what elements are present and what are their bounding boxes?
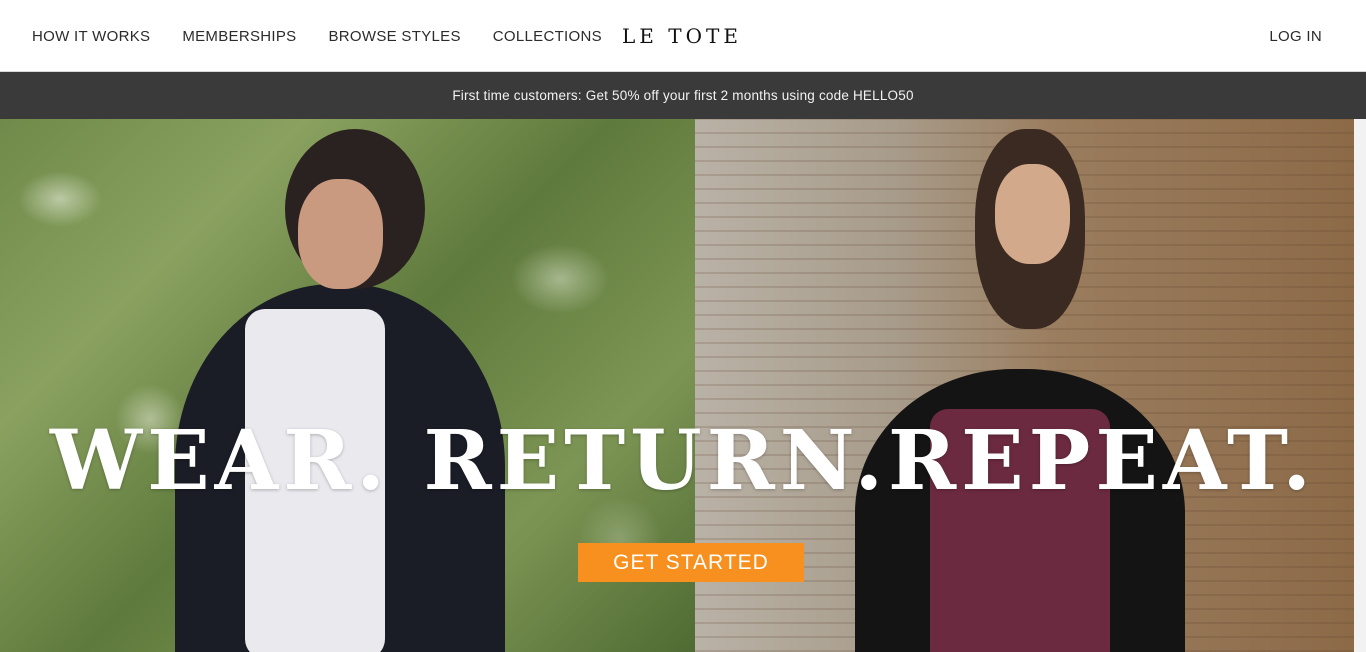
get-started-button[interactable]: GET STARTED [578, 543, 804, 582]
page-scrollbar[interactable] [1354, 119, 1366, 652]
site-header: HOW IT WORKS MEMBERSHIPS BROWSE STYLES C… [0, 0, 1366, 72]
model-right-face [995, 164, 1070, 264]
main-nav: HOW IT WORKS MEMBERSHIPS BROWSE STYLES C… [32, 0, 634, 72]
site-logo[interactable]: LE TOTE [622, 24, 738, 48]
hero-headline: WEAR. RETURN.REPEAT. [50, 413, 1316, 509]
promo-text: First time customers: Get 50% off your f… [452, 88, 914, 103]
nav-how-it-works[interactable]: HOW IT WORKS [32, 28, 150, 45]
nav-browse-styles[interactable]: BROWSE STYLES [328, 28, 460, 45]
nav-collections[interactable]: COLLECTIONS [493, 28, 602, 45]
model-left-face [298, 179, 383, 289]
nav-memberships[interactable]: MEMBERSHIPS [182, 28, 296, 45]
promo-banner: First time customers: Get 50% off your f… [0, 72, 1366, 119]
hero-section: WEAR. RETURN.REPEAT. GET STARTED [0, 119, 1354, 652]
login-link[interactable]: LOG IN [1269, 0, 1322, 72]
